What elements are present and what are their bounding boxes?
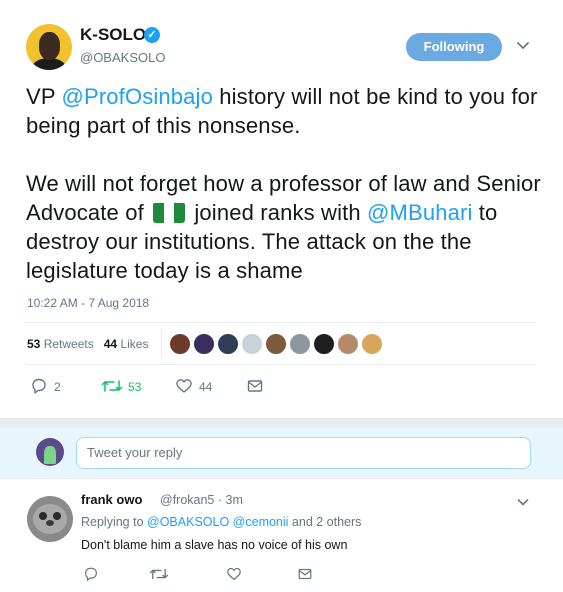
nigeria-flag-emoji-icon — [153, 202, 186, 223]
heart-icon — [227, 567, 241, 580]
like-count: 44 — [199, 380, 213, 394]
stats-separator — [161, 330, 162, 358]
envelope-icon — [247, 380, 263, 392]
replying-suffix[interactable]: and 2 others — [288, 515, 362, 529]
divider — [26, 364, 536, 365]
author-name[interactable]: K-SOLO — [80, 25, 146, 45]
mention-link[interactable]: @OBAKSOLO — [147, 515, 229, 529]
replying-prefix: Replying to — [81, 515, 148, 529]
author-handle[interactable]: @OBAKSOLO — [80, 50, 165, 65]
verified-badge-icon: ✓ — [144, 27, 160, 43]
reply-composer: Tweet your reply — [0, 428, 563, 478]
reply-author-name[interactable]: frank owo — [81, 492, 142, 507]
reply-author-handle[interactable]: @frokan5 · 3m — [160, 493, 243, 507]
following-button[interactable]: Following — [406, 33, 502, 61]
retweet-count: 53 — [128, 380, 142, 394]
liker-avatar[interactable] — [361, 333, 383, 355]
text-segment: VP — [26, 84, 62, 109]
likes-label[interactable]: Likes — [120, 337, 148, 351]
avatar-shape — [46, 520, 54, 526]
heart-icon — [176, 379, 192, 393]
tweet-stats: 53 Retweets 44 Likes — [27, 337, 148, 351]
retweet-icon — [149, 568, 169, 580]
tweet-text: VP @ProfOsinbajo history will not be kin… — [26, 82, 546, 285]
tweet-timestamp[interactable]: 10:22 AM - 7 Aug 2018 — [27, 296, 149, 310]
reply-text: Don't blame him a slave has no voice of … — [81, 538, 348, 552]
envelope-icon — [298, 568, 312, 580]
avatar-shape — [53, 512, 61, 520]
avatar-shape — [33, 504, 67, 534]
section-gap — [0, 418, 563, 428]
liker-avatar[interactable] — [337, 333, 359, 355]
mention-link[interactable]: @cemonii — [233, 515, 289, 529]
liker-avatar[interactable] — [193, 333, 215, 355]
liker-avatar[interactable] — [169, 333, 191, 355]
liker-avatar[interactable] — [217, 333, 239, 355]
mention-link[interactable]: @ProfOsinbajo — [62, 84, 213, 109]
reply-author-avatar[interactable] — [27, 496, 73, 542]
retweets-count[interactable]: 53 — [27, 337, 40, 351]
reply-icon — [85, 567, 97, 581]
current-user-avatar[interactable] — [36, 438, 64, 466]
reply-count: 2 — [54, 380, 61, 394]
liker-avatar[interactable] — [241, 333, 263, 355]
reply-icon — [32, 378, 46, 394]
chevron-down-icon[interactable] — [514, 36, 532, 54]
tweet-reply-input[interactable]: Tweet your reply — [76, 437, 531, 469]
liker-avatar[interactable] — [265, 333, 287, 355]
liker-avatar[interactable] — [313, 333, 335, 355]
text-segment: joined ranks with — [188, 200, 368, 225]
retweet-icon — [101, 380, 123, 392]
mention-link[interactable]: @MBuhari — [367, 200, 472, 225]
likes-count[interactable]: 44 — [104, 337, 117, 351]
avatar-face — [39, 32, 60, 60]
replying-to: Replying to @OBAKSOLO @cemonii and 2 oth… — [81, 515, 361, 529]
avatar-shape — [39, 512, 47, 520]
liker-avatar[interactable] — [289, 333, 311, 355]
chevron-down-icon[interactable] — [515, 494, 531, 510]
reply-tweet: frank owo @frokan5 · 3m Replying to @OBA… — [0, 479, 563, 592]
author-avatar[interactable] — [26, 24, 72, 70]
main-tweet: K-SOLO ✓ @OBAKSOLO Following VP @ProfOsi… — [0, 0, 563, 418]
divider — [26, 322, 536, 323]
retweets-label[interactable]: Retweets — [44, 337, 94, 351]
avatar-figure — [44, 446, 56, 464]
